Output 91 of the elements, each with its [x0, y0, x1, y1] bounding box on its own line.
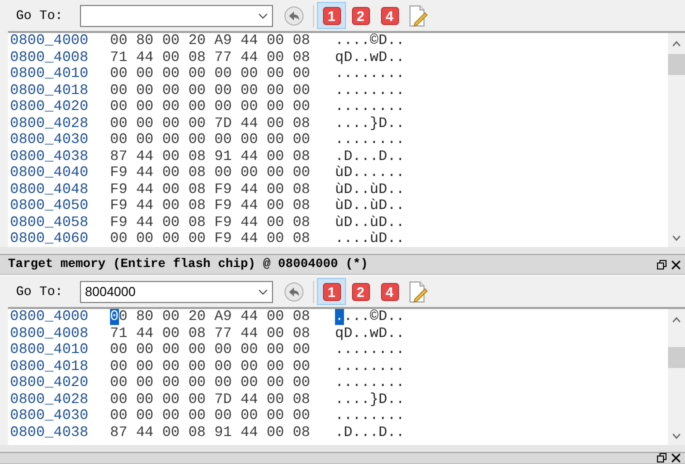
byte-width-button[interactable]: 1 — [317, 2, 346, 29]
restore-icon[interactable] — [657, 453, 667, 463]
ascii-cell: ùD...... — [335, 165, 405, 182]
address-cell-text: 0800_4010 — [10, 66, 90, 82]
ascii-cell: .D...D.. — [335, 424, 405, 441]
hex-bytes: 00 00 00 00 00 00 00 00 — [110, 408, 312, 424]
address-cell-text: 0800_4050 — [10, 198, 90, 214]
address-cell-text: 0800_4048 — [10, 182, 90, 198]
ascii-cell: ùD..ùD.. — [335, 198, 405, 214]
hex-bytes: 00 00 00 00 00 00 00 00 — [110, 66, 312, 82]
hex-bytes: F9 44 00 08 F9 44 00 08 — [110, 182, 312, 198]
byte-width-button[interactable]: 2 — [346, 278, 375, 305]
hex-bytes: 71 44 00 08 77 44 00 08 — [110, 326, 312, 342]
restore-icon[interactable] — [657, 260, 667, 270]
ascii-cell: ....}D.. — [335, 392, 405, 408]
hex-bytes: 00 00 00 00 00 00 00 00 — [110, 342, 312, 358]
address-cell-text: 0800_4038 — [10, 148, 90, 165]
address-cell-text: 0800_4000 — [10, 309, 90, 326]
ascii-cell: ........ — [335, 132, 405, 148]
go-to-combobox[interactable] — [80, 4, 273, 26]
address-cell-text: 0800_4028 — [10, 116, 90, 132]
address-cell-text: 0800_4020 — [10, 99, 90, 116]
address-cell-text: 0800_4008 — [10, 326, 90, 342]
hex-bytes: 00 00 00 00 F9 44 00 08 — [110, 231, 312, 247]
close-icon[interactable] — [671, 453, 681, 463]
ascii-cell: ....©D.. — [335, 33, 405, 50]
go-to-label: Go To: — [16, 282, 64, 301]
byte-width-button[interactable]: 1 — [317, 278, 346, 305]
hex-bytes: 71 44 00 08 77 44 00 08 — [110, 50, 312, 66]
byte-width-button[interactable]: 2 — [346, 2, 375, 29]
scroll-up-icon[interactable] — [672, 317, 681, 323]
ascii-cell: qD..wD.. — [335, 50, 405, 66]
byte-width-button[interactable]: 4 — [375, 278, 404, 305]
vertical-scrollbar[interactable] — [668, 33, 685, 247]
address-cell-text: 0800_4018 — [10, 358, 90, 375]
go-to-label: Go To: — [16, 6, 64, 25]
scrollbar-thumb[interactable] — [668, 54, 685, 75]
hex-bytes: 00 00 00 00 00 00 00 00 — [110, 99, 312, 116]
hex-bytes: 00 00 00 00 00 00 00 00 — [110, 375, 312, 392]
ascii-cell: ........ — [335, 375, 405, 392]
ascii-cell: ....ùD.. — [335, 231, 405, 247]
address-cell-text: 0800_4038 — [10, 424, 90, 441]
go-to-input[interactable]: 8004000 — [85, 282, 258, 302]
hex-bytes: 00 00 00 00 7D 44 00 08 — [110, 392, 312, 408]
hex-bytes: 87 44 00 08 91 44 00 08 — [110, 424, 312, 441]
ascii-cell: ........ — [335, 342, 405, 358]
dropdown-chevron-icon[interactable] — [258, 12, 268, 18]
address-cell-text: 0800_4060 — [10, 231, 90, 247]
hex-bytes: 00 80 00 20 A9 44 00 08 — [110, 309, 312, 326]
scroll-down-icon[interactable] — [672, 235, 681, 241]
vertical-scrollbar[interactable] — [668, 309, 685, 445]
scroll-up-icon[interactable] — [672, 41, 681, 47]
panel-title: Target memory (Entire flash chip) @ 08004000 (*) — [8, 256, 368, 274]
ascii-cell: .D...D.. — [335, 148, 405, 165]
ascii-cell: ........ — [335, 408, 405, 424]
scroll-down-icon[interactable] — [672, 433, 681, 439]
ascii-cell: ùD..ùD.. — [335, 214, 405, 231]
ascii-cell: ........ — [335, 358, 405, 375]
address-cell-text: 0800_4020 — [10, 375, 90, 392]
edit-note-icon[interactable] — [408, 4, 428, 26]
hex-bytes: 00 00 00 00 7D 44 00 08 — [110, 116, 312, 132]
ascii-cell: ........ — [335, 82, 405, 99]
ascii-cell: ....©D.. — [335, 309, 405, 326]
ascii-cell: ....}D.. — [335, 116, 405, 132]
ascii-cell: ........ — [335, 99, 405, 116]
hex-bytes: F9 44 00 08 00 00 00 00 — [110, 165, 312, 182]
address-cell-text: 0800_4030 — [10, 132, 90, 148]
dropdown-chevron-icon[interactable] — [258, 288, 268, 294]
address-cell-text: 0800_4028 — [10, 392, 90, 408]
address-cell-text: 0800_4058 — [10, 214, 90, 231]
address-cell-text: 0800_4018 — [10, 82, 90, 99]
hex-bytes: 87 44 00 08 91 44 00 08 — [110, 148, 312, 165]
hex-bytes: 00 80 00 20 A9 44 00 08 — [110, 33, 312, 50]
scrollbar-thumb[interactable] — [668, 347, 685, 368]
hex-bytes: 00 00 00 00 00 00 00 00 — [110, 358, 312, 375]
ascii-cell: ........ — [335, 66, 405, 82]
ascii-cell: qD..wD.. — [335, 326, 405, 342]
go-to-combobox[interactable]: 8004000 — [80, 280, 273, 302]
hex-bytes: 00 00 00 00 00 00 00 00 — [110, 82, 312, 99]
close-icon[interactable] — [671, 260, 681, 270]
ascii-cell: ùD..ùD.. — [335, 182, 405, 198]
hex-bytes: 00 00 00 00 00 00 00 00 — [110, 132, 312, 148]
address-cell-text: 0800_4000 — [10, 33, 90, 50]
address-cell-text: 0800_4040 — [10, 165, 90, 182]
hex-bytes: F9 44 00 08 F9 44 00 08 — [110, 198, 312, 214]
edit-note-icon[interactable] — [408, 280, 428, 302]
byte-width-button[interactable]: 4 — [375, 2, 404, 29]
address-cell-text: 0800_4010 — [10, 342, 90, 358]
hex-bytes: F9 44 00 08 F9 44 00 08 — [110, 214, 312, 231]
address-cell-text: 0800_4030 — [10, 408, 90, 424]
address-cell-text: 0800_4008 — [10, 50, 90, 66]
